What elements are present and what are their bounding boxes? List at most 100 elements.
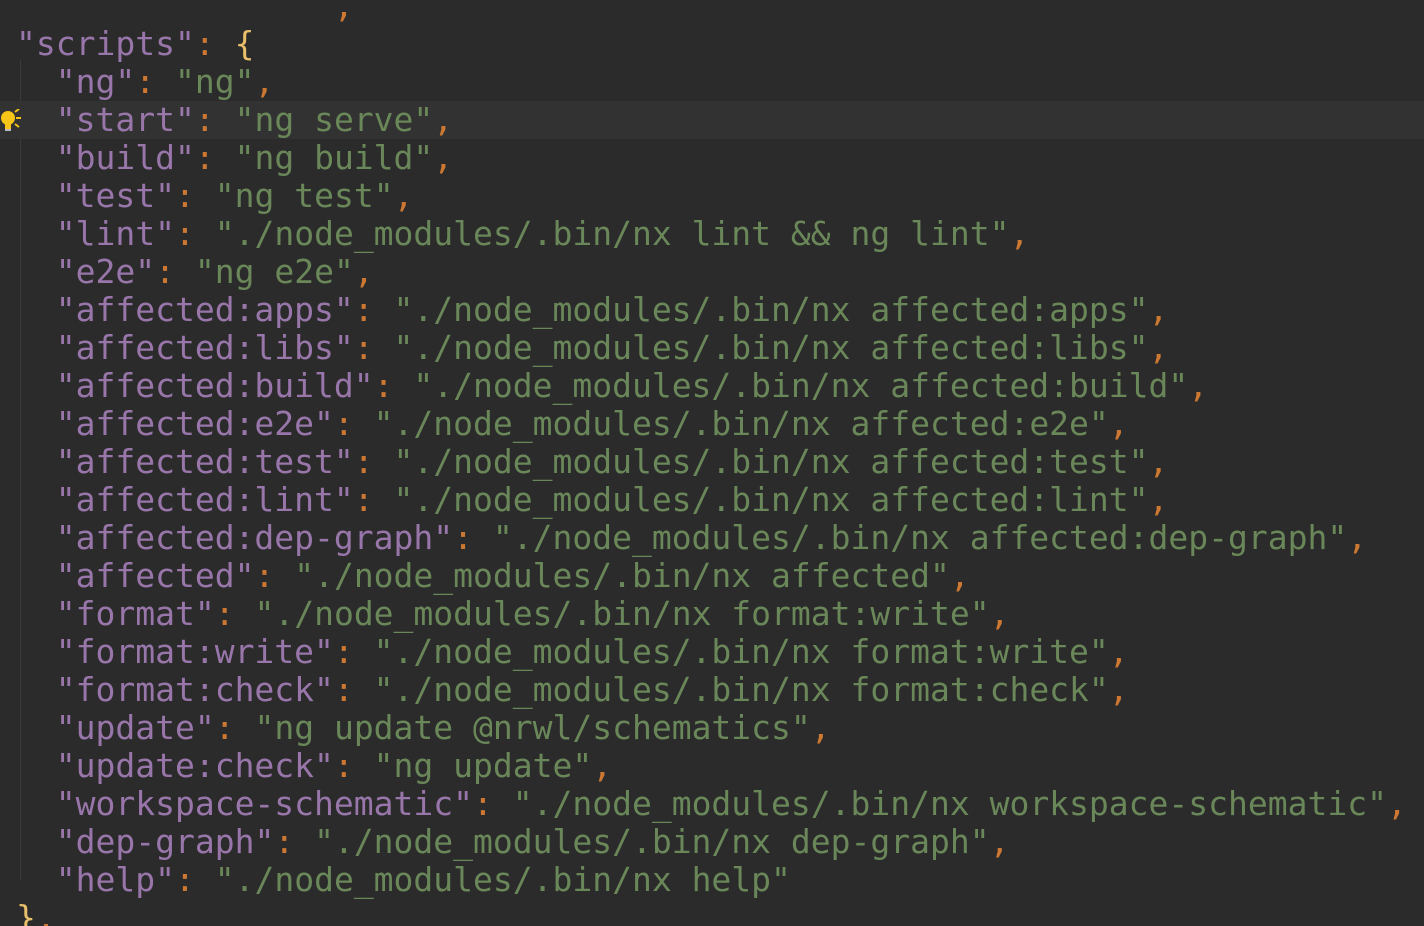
code-line[interactable]: "affected:dep-graph": "./node_modules/.b… xyxy=(0,519,1424,557)
comma-punctuation: , xyxy=(353,252,374,291)
code-line-content: "update": "ng update @nrwl/schematics", xyxy=(16,709,831,747)
json-key: format:check xyxy=(75,670,315,709)
code-line-content: "ng": "ng", xyxy=(16,63,275,101)
quote-punctuation: " xyxy=(333,328,354,367)
comma-punctuation: , xyxy=(1009,214,1030,253)
quote-punctuation: " xyxy=(492,518,513,557)
quote-punctuation: " xyxy=(333,290,354,329)
lightbulb-icon[interactable] xyxy=(0,109,22,135)
quote-punctuation: " xyxy=(55,708,76,747)
json-string-value: ./node_modules/.bin/nx affected:test xyxy=(413,442,1129,481)
quote-punctuation: " xyxy=(155,860,175,899)
colon-punctuation: : xyxy=(353,290,394,329)
json-string-value: ./node_modules/.bin/nx affected:dep-grap… xyxy=(512,518,1328,557)
code-line-content: "format:check": "./node_modules/.bin/nx … xyxy=(16,671,1129,709)
code-line[interactable]: "affected:lint": "./node_modules/.bin/nx… xyxy=(0,481,1424,519)
quote-punctuation: " xyxy=(413,100,434,139)
code-line[interactable]: "ng": "ng", xyxy=(0,63,1424,101)
comma-punctuation: , xyxy=(1108,632,1129,671)
code-line[interactable]: "update": "ng update @nrwl/schematics", xyxy=(0,709,1424,747)
quote-punctuation: " xyxy=(174,138,195,177)
code-line-content: "affected": "./node_modules/.bin/nx affe… xyxy=(16,557,970,595)
json-string-value: ng build xyxy=(254,138,414,177)
code-line-content: "lint": "./node_modules/.bin/nx lint && … xyxy=(16,214,1030,253)
quote-punctuation: " xyxy=(790,708,811,747)
quote-punctuation: " xyxy=(512,784,533,823)
colon-punctuation: : xyxy=(194,138,235,177)
code-line[interactable]: "build": "ng build", xyxy=(0,139,1424,177)
colon-punctuation: : xyxy=(174,176,215,215)
json-key: format:write xyxy=(75,632,315,671)
quote-punctuation: " xyxy=(433,518,454,557)
quote-punctuation: " xyxy=(1327,518,1348,557)
code-line[interactable]: "affected:e2e": "./node_modules/.bin/nx … xyxy=(0,405,1424,443)
code-line-content: }, xyxy=(16,899,56,926)
code-line[interactable]: "format:check": "./node_modules/.bin/nx … xyxy=(0,671,1424,709)
code-line[interactable]: "affected:apps": "./node_modules/.bin/nx… xyxy=(0,291,1424,329)
comma-punctuation: , xyxy=(1188,366,1209,405)
code-line[interactable]: "affected:test": "./node_modules/.bin/nx… xyxy=(0,443,1424,481)
json-string-value: ./node_modules/.bin/nx format:write xyxy=(274,594,970,633)
json-key: affected:test xyxy=(75,442,334,481)
quote-punctuation: " xyxy=(254,594,275,633)
json-string-value: ./node_modules/.bin/nx lint && ng lint xyxy=(234,214,990,253)
json-key: format xyxy=(75,594,195,633)
quote-punctuation: " xyxy=(393,480,414,519)
json-key: lint xyxy=(75,214,156,253)
code-line[interactable]: "help": "./node_modules/.bin/nx help" xyxy=(0,861,1424,899)
json-string-value: ng test xyxy=(234,176,374,215)
quote-punctuation: " xyxy=(294,556,315,595)
code-line[interactable]: "affected:libs": "./node_modules/.bin/nx… xyxy=(0,329,1424,367)
quote-punctuation: " xyxy=(929,556,950,595)
json-key: dep-graph xyxy=(75,822,255,861)
code-line[interactable]: "workspace-schematic": "./node_modules/.… xyxy=(0,785,1424,823)
code-line-content: "update:check": "ng update", xyxy=(16,747,612,785)
quote-punctuation: " xyxy=(55,100,76,139)
code-line[interactable]: "affected:build": "./node_modules/.bin/n… xyxy=(0,367,1424,405)
code-line[interactable]: "format:write": "./node_modules/.bin/nx … xyxy=(0,633,1424,671)
quote-punctuation: " xyxy=(155,214,175,253)
json-string-value: ./node_modules/.bin/nx affected:libs xyxy=(413,328,1129,367)
quote-punctuation: " xyxy=(453,784,473,823)
code-editor[interactable]: , "scripts": { "ng": "ng", "start": "ng s… xyxy=(0,0,1424,926)
code-line[interactable]: }, xyxy=(0,899,1424,926)
code-line-current[interactable]: "start": "ng serve", xyxy=(0,101,1424,139)
quote-punctuation: " xyxy=(1168,366,1189,405)
json-key: help xyxy=(75,860,156,899)
comma-punctuation: , xyxy=(1108,404,1129,443)
colon-punctuation: : xyxy=(214,594,255,633)
comma-punctuation: , xyxy=(393,176,414,215)
code-line[interactable]: , xyxy=(0,0,1424,25)
code-line[interactable]: "format": "./node_modules/.bin/nx format… xyxy=(0,595,1424,633)
code-line-content: "scripts": { xyxy=(16,25,254,63)
code-line[interactable]: "test": "ng test", xyxy=(0,177,1424,215)
quote-punctuation: " xyxy=(55,556,76,595)
code-line-content: "format:write": "./node_modules/.bin/nx … xyxy=(16,633,1129,671)
code-line[interactable]: "e2e": "ng e2e", xyxy=(0,253,1424,291)
open-brace: { xyxy=(234,24,255,63)
json-key: scripts xyxy=(35,24,175,63)
comma-punctuation: , xyxy=(1148,480,1169,519)
quote-punctuation: " xyxy=(1128,442,1149,481)
code-line[interactable]: "dep-graph": "./node_modules/.bin/nx dep… xyxy=(0,823,1424,861)
quote-punctuation: " xyxy=(55,290,76,329)
code-line[interactable]: "scripts": { xyxy=(0,25,1424,63)
json-key: affected:apps xyxy=(75,290,334,329)
code-line[interactable]: "affected": "./node_modules/.bin/nx affe… xyxy=(0,557,1424,595)
code-line-content: "start": "ng serve", xyxy=(16,101,453,139)
json-string-value: ng serve xyxy=(254,100,414,139)
code-line-content: "e2e": "ng e2e", xyxy=(16,253,374,291)
quote-punctuation: " xyxy=(373,176,394,215)
code-line[interactable]: "lint": "./node_modules/.bin/nx lint && … xyxy=(0,215,1424,253)
quote-punctuation: " xyxy=(1088,632,1109,671)
quote-punctuation: " xyxy=(1128,480,1149,519)
quote-punctuation: " xyxy=(969,594,990,633)
quote-punctuation: " xyxy=(194,594,215,633)
json-key: affected:dep-graph xyxy=(75,518,434,557)
json-key: workspace-schematic xyxy=(75,784,454,823)
code-line[interactable]: "update:check": "ng update", xyxy=(0,747,1424,785)
colon-punctuation: : xyxy=(333,746,374,785)
quote-punctuation: " xyxy=(55,594,76,633)
quote-punctuation: " xyxy=(234,100,255,139)
comma-punctuation: , xyxy=(333,0,354,25)
